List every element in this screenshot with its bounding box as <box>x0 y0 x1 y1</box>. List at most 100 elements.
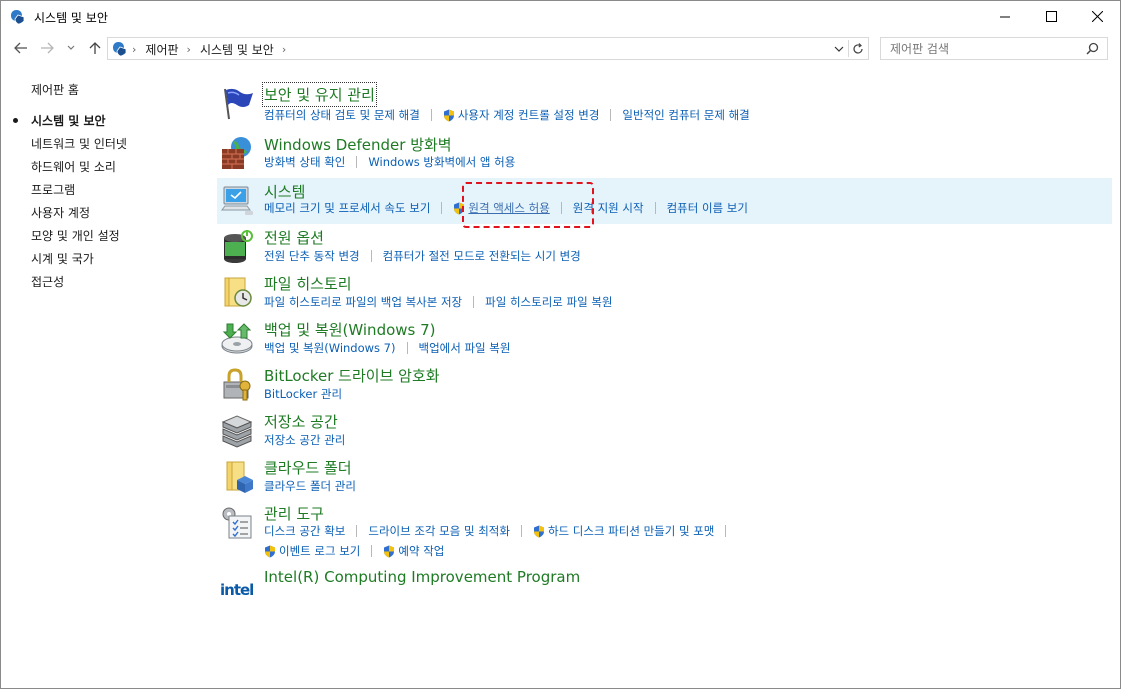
minimize-button[interactable] <box>982 1 1028 32</box>
breadcrumb-control-panel[interactable]: 제어판 <box>145 41 178 58</box>
link-restore-from-backup[interactable]: 백업에서 파일 복원 <box>419 340 511 356</box>
category-title-firewall[interactable]: Windows Defender 방화벽 <box>264 134 452 155</box>
category-title-system[interactable]: 시스템 <box>264 181 305 202</box>
link-event-viewer-label: 이벤트 로그 보기 <box>279 544 361 558</box>
control-panel-icon <box>113 42 127 57</box>
link-task-scheduler[interactable]: 예약 작업 <box>383 543 444 559</box>
search-box <box>880 37 1108 60</box>
category-title-intel[interactable]: Intel(R) Computing Improvement Program <box>264 568 580 586</box>
link-manage-bitlocker[interactable]: BitLocker 관리 <box>264 386 342 402</box>
link-divider <box>370 250 372 262</box>
sidebar-item-network-internet[interactable]: 네트워크 및 인터넷 <box>31 135 127 152</box>
category-backup: 백업 및 복원(Windows 7) 백업 및 복원(Windows 7) 백업… <box>217 316 1112 362</box>
link-manage-storage[interactable]: 저장소 공간 관리 <box>264 432 345 448</box>
link-allow-app[interactable]: Windows 방화벽에서 앱 허용 <box>368 154 515 170</box>
computer-icon <box>221 186 253 215</box>
link-computer-name[interactable]: 컴퓨터 이름 보기 <box>667 200 748 216</box>
link-disk-cleanup[interactable]: 디스크 공간 확보 <box>264 523 345 539</box>
category-title-backup[interactable]: 백업 및 복원(Windows 7) <box>264 319 436 340</box>
search-input[interactable] <box>881 38 1081 59</box>
breadcrumb-separator-icon: › <box>132 43 137 56</box>
file-history-icon <box>224 277 252 307</box>
link-partition-format[interactable]: 하드 디스크 파티션 만들기 및 포맷 <box>533 523 714 539</box>
link-divider <box>406 342 408 354</box>
link-divider <box>654 202 656 214</box>
file-history-links: 파일 히스토리로 파일의 백업 복사본 저장 파일 히스토리로 파일 복원 <box>264 294 613 310</box>
flag-icon <box>224 88 253 120</box>
close-icon <box>1091 11 1103 22</box>
category-power: 전원 옵션 전원 단추 동작 변경 컴퓨터가 절전 모드로 전환되는 시기 변경 <box>217 224 1112 270</box>
link-divider <box>441 202 443 214</box>
link-restore-files[interactable]: 파일 히스토리로 파일 복원 <box>485 294 612 310</box>
cloud-links: 클라우드 폴더 관리 <box>264 478 356 494</box>
chevron-down-icon <box>67 45 75 50</box>
category-title-security[interactable]: 보안 및 유지 관리 <box>262 82 377 107</box>
link-uac-settings[interactable]: 사용자 계정 컨트롤 설정 변경 <box>443 107 599 123</box>
breadcrumb-separator-icon: › <box>186 43 191 56</box>
category-bitlocker: BitLocker 드라이브 암호화 BitLocker 관리 <box>217 362 1112 408</box>
link-troubleshoot[interactable]: 일반적인 컴퓨터 문제 해결 <box>622 107 749 123</box>
recent-locations-button[interactable] <box>64 38 78 58</box>
uac-shield-icon <box>265 545 275 557</box>
uac-shield-icon <box>443 109 454 121</box>
category-cloud-folders: 클라우드 폴더 클라우드 폴더 관리 <box>217 454 1112 500</box>
sidebar-item-user-accounts[interactable]: 사용자 계정 <box>31 204 90 221</box>
highlight-annotation <box>462 182 594 228</box>
minimize-icon <box>999 16 1010 18</box>
sidebar-item-clock-region[interactable]: 시계 및 국가 <box>31 250 94 267</box>
sidebar-item-hardware-sound[interactable]: 하드웨어 및 소리 <box>31 158 116 175</box>
link-view-ram-cpu[interactable]: 메모리 크기 및 프로세서 속도 보기 <box>264 200 430 216</box>
arrow-up-icon <box>89 42 101 54</box>
close-button[interactable] <box>1074 1 1120 32</box>
sidebar-item-accessibility[interactable]: 접근성 <box>31 273 64 290</box>
link-partition-format-label: 하드 디스크 파티션 만들기 및 포맷 <box>547 524 715 538</box>
forward-button[interactable] <box>36 38 58 58</box>
admin-links-row2: 이벤트 로그 보기 예약 작업 <box>264 543 444 559</box>
firewall-links: 방화벽 상태 확인 Windows 방화벽에서 앱 허용 <box>264 154 515 170</box>
breadcrumb-system-security[interactable]: 시스템 및 보안 <box>200 41 274 58</box>
sidebar-item-system-security[interactable]: 시스템 및 보안 <box>31 112 106 129</box>
uac-shield-icon <box>384 545 395 557</box>
breadcrumb: › 제어판 › 시스템 및 보안 › <box>132 41 295 58</box>
maximize-button[interactable] <box>1028 1 1074 32</box>
link-power-button-action[interactable]: 전원 단추 동작 변경 <box>264 248 360 264</box>
sidebar-item-programs[interactable]: 프로그램 <box>31 181 75 198</box>
category-title-admin[interactable]: 관리 도구 <box>264 503 324 524</box>
link-divider <box>473 296 475 308</box>
power-links: 전원 단추 동작 변경 컴퓨터가 절전 모드로 전환되는 시기 변경 <box>264 248 581 264</box>
link-event-viewer[interactable]: 이벤트 로그 보기 <box>264 543 360 559</box>
address-dropdown-icon[interactable] <box>832 42 846 56</box>
sidebar-item-appearance[interactable]: 모양 및 개인 설정 <box>31 227 120 244</box>
maximize-icon <box>1045 11 1057 22</box>
link-divider <box>610 109 612 121</box>
link-firewall-status[interactable]: 방화벽 상태 확인 <box>264 154 345 170</box>
category-title-power[interactable]: 전원 옵션 <box>264 227 324 248</box>
link-backup-restore[interactable]: 백업 및 복원(Windows 7) <box>264 340 396 356</box>
sidebar-item-control-panel-home[interactable]: 제어판 홈 <box>31 81 79 98</box>
link-divider <box>356 525 358 537</box>
address-bar[interactable]: › 제어판 › 시스템 및 보안 › <box>107 37 869 60</box>
category-security-maintenance: 보안 및 유지 관리 컴퓨터의 상태 검토 및 문제 해결 사용자 계정 컨트롤… <box>217 81 1112 127</box>
bitlocker-icon <box>223 368 251 401</box>
link-defragment[interactable]: 드라이브 조각 모음 및 최적화 <box>368 523 510 539</box>
storage-links: 저장소 공간 관리 <box>264 432 345 448</box>
up-button[interactable] <box>85 38 105 58</box>
storage-icon <box>221 415 253 448</box>
navigation-bar: › 제어판 › 시스템 및 보안 › <box>1 35 1120 61</box>
link-review-status[interactable]: 컴퓨터의 상태 검토 및 문제 해결 <box>264 107 420 123</box>
category-title-cloud[interactable]: 클라우드 폴더 <box>264 457 352 478</box>
category-title-file-history[interactable]: 파일 히스토리 <box>264 273 352 294</box>
search-icon[interactable] <box>1086 42 1099 55</box>
control-panel-icon <box>11 10 25 25</box>
uac-shield-icon <box>533 525 544 537</box>
backup-links: 백업 및 복원(Windows 7) 백업에서 파일 복원 <box>264 340 510 356</box>
link-sleep-timing[interactable]: 컴퓨터가 절전 모드로 전환되는 시기 변경 <box>383 248 581 264</box>
category-title-bitlocker[interactable]: BitLocker 드라이브 암호화 <box>264 365 440 386</box>
category-storage-spaces: 저장소 공간 저장소 공간 관리 <box>217 408 1112 454</box>
category-title-storage[interactable]: 저장소 공간 <box>264 411 338 432</box>
link-manage-cloud[interactable]: 클라우드 폴더 관리 <box>264 478 356 494</box>
refresh-button[interactable] <box>848 40 866 57</box>
firewall-icon <box>222 137 251 169</box>
back-button[interactable] <box>10 38 32 58</box>
link-save-backup[interactable]: 파일 히스토리로 파일의 백업 복사본 저장 <box>264 294 462 310</box>
